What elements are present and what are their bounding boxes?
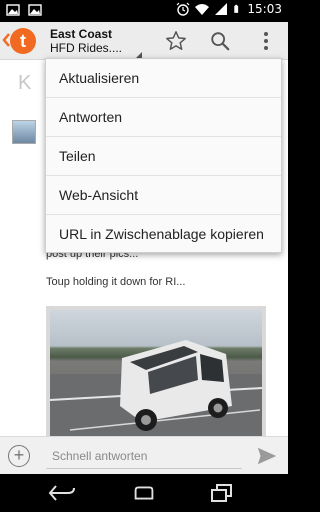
action-bar: t East Coast HFD Rides.... bbox=[0, 22, 288, 60]
clock: 15:03 bbox=[247, 2, 282, 16]
signal-icon bbox=[215, 3, 228, 15]
title-line-1: East Coast bbox=[50, 27, 113, 41]
app-logo-icon[interactable]: t bbox=[10, 28, 36, 54]
image-icon bbox=[28, 4, 42, 16]
search-button[interactable] bbox=[207, 28, 233, 54]
recents-icon bbox=[211, 484, 232, 502]
post-text-line-2: Toup holding it down for RI... bbox=[46, 276, 186, 288]
image-icon bbox=[6, 4, 20, 16]
send-icon[interactable] bbox=[256, 445, 278, 467]
recents-button[interactable] bbox=[208, 481, 236, 505]
battery-icon bbox=[234, 4, 239, 13]
home-icon bbox=[134, 486, 154, 500]
back-button[interactable] bbox=[48, 481, 76, 505]
post-image bbox=[50, 310, 262, 436]
post-image-frame[interactable] bbox=[46, 306, 266, 436]
search-icon bbox=[211, 32, 230, 51]
title-line-2: HFD Rides.... bbox=[50, 41, 123, 55]
car-photo-drawing bbox=[50, 340, 262, 436]
overflow-menu: Aktualisieren Antworten Teilen Web-Ansic… bbox=[45, 58, 282, 253]
avatar[interactable] bbox=[12, 120, 36, 144]
alarm-icon bbox=[176, 2, 190, 16]
overflow-menu-icon bbox=[264, 32, 268, 50]
forum-title[interactable]: East Coast HFD Rides.... bbox=[50, 27, 150, 55]
thread-header-initial: K bbox=[18, 72, 32, 94]
dropdown-corner-icon bbox=[136, 46, 142, 58]
wifi-icon bbox=[195, 4, 210, 15]
home-button[interactable] bbox=[130, 481, 158, 505]
menu-item-share[interactable]: Teilen bbox=[46, 137, 281, 176]
quick-reply-input[interactable] bbox=[46, 443, 242, 469]
menu-item-copy-url[interactable]: URL in Zwischenablage kopieren bbox=[46, 215, 281, 254]
back-icon bbox=[48, 485, 75, 501]
quick-reply-bar: + bbox=[0, 436, 288, 474]
navigation-bar bbox=[0, 474, 288, 512]
menu-item-web-view[interactable]: Web-Ansicht bbox=[46, 176, 281, 215]
menu-item-reply[interactable]: Antworten bbox=[46, 98, 281, 137]
status-bar: 15:03 bbox=[0, 0, 288, 22]
plus-icon[interactable]: + bbox=[8, 445, 30, 467]
menu-item-refresh[interactable]: Aktualisieren bbox=[46, 59, 281, 98]
up-caret-icon[interactable] bbox=[2, 33, 10, 47]
notification-icons bbox=[6, 3, 42, 17]
star-icon bbox=[166, 31, 186, 50]
star-button[interactable] bbox=[163, 28, 189, 54]
overflow-menu-button[interactable] bbox=[253, 28, 279, 54]
